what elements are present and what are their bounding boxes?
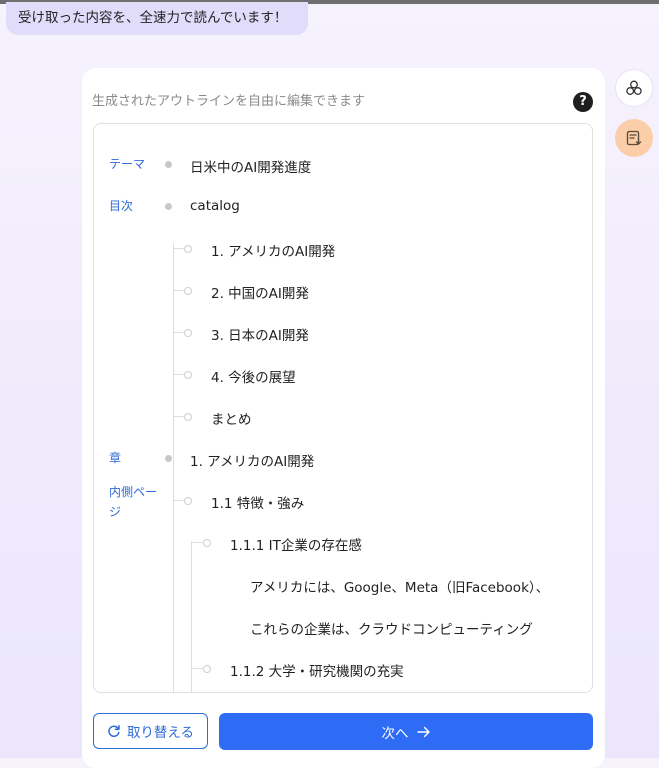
node-dot-hollow [203, 539, 211, 547]
inner-page-label-line2: ジ [109, 505, 122, 519]
toc-label: 目次 [109, 199, 134, 213]
theme-node[interactable]: 日米中のAI開発進度 [190, 156, 311, 176]
node-dot-hollow [184, 413, 192, 421]
theme-label: テーマ [109, 157, 146, 171]
section-node[interactable]: 1.1 特徴・強み [211, 492, 304, 512]
toc-item[interactable]: 4. 今後の展望 [211, 366, 296, 386]
content-node[interactable]: これらの企業は、クラウドコンピューティング [250, 618, 548, 638]
chapter-node[interactable]: 1. アメリカのAI開発 [190, 450, 314, 470]
subsection-node[interactable]: 1.1.2 大学・研究機関の充実 [230, 660, 404, 680]
replace-button[interactable]: 取り替える [93, 713, 208, 749]
outline-editor-card: 生成されたアウトラインを自由に編集できます ? テーマ 日米中のAI開発進度 目… [82, 68, 605, 768]
tree-branch [174, 416, 184, 417]
tree-connector-line [191, 541, 192, 692]
tree-branch [192, 542, 203, 543]
toc-item[interactable]: 2. 中国のAI開発 [211, 282, 309, 302]
next-button-label: 次へ [381, 725, 409, 742]
circles-icon [625, 79, 643, 97]
tree-branch [174, 500, 184, 501]
tree-branch [192, 668, 203, 669]
refresh-icon [107, 724, 121, 738]
tree-branch [174, 374, 184, 375]
side-outline-button[interactable] [615, 119, 653, 157]
tree-branch [174, 248, 184, 249]
chat-message-bubble: 受け取った内容を、全速力で読んでいます！ [6, 2, 308, 35]
inner-page-label-line1: 内側ペー [109, 485, 158, 499]
node-dot-hollow [203, 665, 211, 673]
inner-page-label: 内側ペー ジ [109, 482, 157, 522]
node-dot-hollow [184, 245, 192, 253]
tree-branch [174, 290, 184, 291]
subsection-node[interactable]: 1.1.1 IT企業の存在感 [230, 534, 362, 554]
chat-message-text: 受け取った内容を、全速力で読んでいます！ [18, 10, 288, 26]
tree-connector-line [173, 243, 174, 692]
chapter-label: 章 [109, 451, 122, 465]
next-button[interactable]: 次へ [219, 713, 593, 750]
tree-branch [174, 332, 184, 333]
card-title: 生成されたアウトラインを自由に編集できます [92, 94, 366, 109]
toc-item[interactable]: 3. 日本のAI開発 [211, 324, 309, 344]
replace-button-label: 取り替える [126, 725, 195, 741]
node-dot [165, 455, 172, 462]
toc-item[interactable]: まとめ [211, 408, 252, 428]
node-dot-hollow [184, 287, 192, 295]
node-dot [165, 203, 172, 210]
node-dot-hollow [184, 497, 192, 505]
node-dot [165, 161, 172, 168]
toc-item[interactable]: 1. アメリカのAI開発 [211, 240, 335, 260]
toc-title-node[interactable]: catalog [190, 198, 240, 214]
document-download-icon [625, 129, 643, 147]
side-action-button[interactable] [615, 69, 653, 107]
node-dot-hollow [184, 329, 192, 337]
question-circle-icon[interactable]: ? [573, 92, 593, 112]
outline-tree: テーマ 日米中のAI開発進度 目次 catalog 1. アメリカのAI開発 2… [93, 123, 593, 693]
content-node[interactable]: アメリカには、Google、Meta（旧Facebook）、 [250, 576, 550, 596]
node-dot-hollow [184, 371, 192, 379]
arrow-right-icon [416, 726, 431, 738]
